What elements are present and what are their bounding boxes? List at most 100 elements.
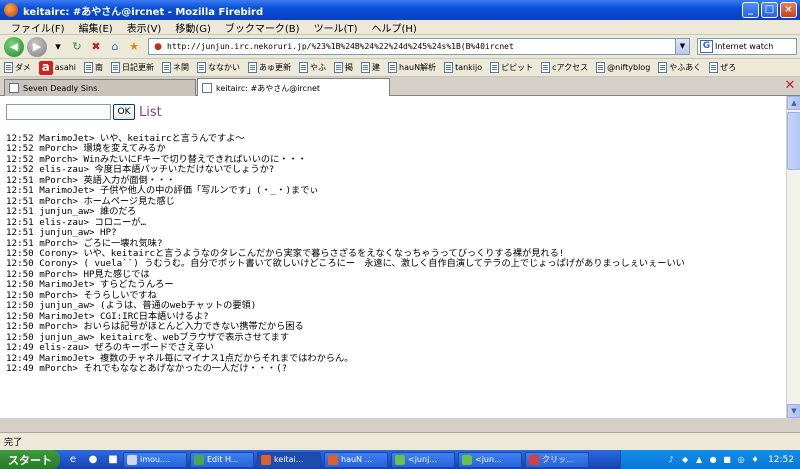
bookmark-icon [658, 62, 668, 73]
taskbar: スタート e ● ■ imou.... Edit H... keitai... … [0, 450, 800, 469]
google-icon[interactable]: G [700, 40, 713, 53]
menu-bookmarks[interactable]: ブックマーク(B) [218, 20, 307, 35]
bookmark-item[interactable]: a asahi [38, 60, 76, 75]
home-icon[interactable]: ⌂ [107, 39, 123, 55]
tab-seven-deadly-sins[interactable]: Seven Deadly Sins. [4, 79, 196, 96]
bookmark-item[interactable]: やふあく [658, 62, 701, 73]
window-icon [127, 454, 137, 465]
tray-icon[interactable]: ♪ [666, 455, 676, 465]
clock: 12:52 [768, 454, 794, 465]
scroll-down-icon[interactable]: ▼ [787, 404, 800, 418]
menu-tools[interactable]: ツール(T) [307, 20, 365, 35]
tray-icon[interactable]: ● [708, 455, 718, 465]
bookmark-icon [709, 62, 719, 73]
bookmarks-toolbar: ダメ a asahi 南 日記更新 ネ関 ななかい あゅ更新 やふ 掲 建 hau… [0, 59, 800, 77]
system-tray: ♪ ◆ ▲ ● ■ ◎ ♦ 12:52 [620, 450, 800, 469]
bookmark-item[interactable]: 掲 [334, 62, 353, 73]
bookmark-item[interactable]: あゅ更新 [248, 62, 291, 73]
scrollbar-thumb[interactable] [787, 112, 800, 170]
bookmark-star-icon[interactable]: ★ [126, 39, 142, 55]
quicklaunch-ie-icon[interactable]: e [66, 453, 80, 467]
site-favicon-icon: ● [154, 41, 162, 52]
url-input[interactable]: http://junjun.irc.nekoruri.jp/%23%1B%24B… [167, 42, 675, 51]
tray-icon[interactable]: ◆ [680, 455, 690, 465]
tab-keitairc[interactable]: keitairc: #あやさん@ircnet [197, 78, 390, 97]
page-icon [9, 83, 19, 93]
back-arrow-icon[interactable]: ◀ [4, 36, 24, 57]
bookmark-icon [4, 62, 13, 73]
bookmark-item[interactable]: tankijo [444, 62, 482, 73]
log-line: 12:51 junjun_aw> HP? [6, 227, 117, 239]
bookmark-item[interactable]: やふ [299, 62, 326, 73]
globe-icon [194, 454, 204, 465]
list-link[interactable]: List [139, 105, 162, 120]
ok-button[interactable]: OK [113, 104, 135, 120]
bookmark-item[interactable]: 建 [361, 62, 380, 73]
clip-icon [529, 454, 539, 465]
menu-view[interactable]: 表示(V) [120, 20, 169, 35]
firebird-icon [4, 3, 18, 17]
menu-file[interactable]: ファイル(F) [4, 20, 72, 35]
bookmark-icon [490, 62, 500, 73]
start-button[interactable]: スタート [0, 450, 60, 469]
dropdown-arrow-icon[interactable]: ▾ [50, 39, 66, 55]
asahi-logo-icon: a [38, 60, 53, 75]
stop-icon[interactable]: ✖ [88, 39, 104, 55]
log-line: 12:49 mPorch> それでもななとあげなかったの一人だけ・・・(? [6, 362, 288, 374]
firebird-icon [328, 454, 338, 465]
firebird-icon [261, 454, 271, 465]
maximize-button[interactable]: □ [761, 2, 778, 18]
menu-help[interactable]: ヘルプ(H) [365, 20, 424, 35]
log-line: 12:51 elis-zau> コロニーが… [6, 216, 146, 228]
tray-icon[interactable]: ♦ [750, 455, 760, 465]
task-button[interactable]: hauN ... [324, 451, 388, 468]
start-label: スタート [8, 453, 52, 467]
message-form: OK List [6, 104, 162, 120]
search-input[interactable]: Internet watch [715, 42, 773, 51]
tray-icon[interactable]: ■ [722, 455, 732, 465]
bookmark-item[interactable]: 日記更新 [111, 62, 154, 73]
bookmark-item[interactable]: ネ関 [162, 62, 189, 73]
tray-icon[interactable]: ◎ [736, 455, 746, 465]
bookmark-item[interactable]: ピピット [490, 62, 533, 73]
close-button[interactable]: × [780, 2, 797, 18]
log-line: 12:49 elis-zau> ぜろのキーボードでさえ辛い [6, 342, 214, 354]
url-dropdown-icon[interactable]: ▼ [675, 39, 689, 54]
bookmark-item[interactable]: ダメ [4, 62, 31, 73]
task-button[interactable]: Edit H... [190, 451, 254, 468]
menu-edit[interactable]: 編集(E) [72, 20, 120, 35]
bookmark-icon [84, 62, 94, 73]
bookmark-item[interactable]: @niftyblog [596, 62, 650, 73]
minimize-button[interactable]: _ [742, 2, 759, 18]
bookmark-item[interactable]: ぜろ [709, 62, 736, 73]
quicklaunch-app-icon[interactable]: ■ [106, 453, 120, 467]
bookmark-item[interactable]: 南 [84, 62, 103, 73]
bookmark-item[interactable]: cアクセス [541, 62, 588, 73]
chat-icon [395, 454, 405, 465]
task-button[interactable]: <junj... [391, 451, 455, 468]
url-bar[interactable]: ● http://junjun.irc.nekoruri.jp/%23%1B%2… [148, 38, 690, 55]
task-button[interactable]: <jun... [458, 451, 522, 468]
bookmark-icon [361, 62, 371, 73]
bookmark-icon [299, 62, 309, 73]
task-button[interactable]: keitai... [257, 451, 321, 468]
bookmark-item[interactable]: ななかい [197, 62, 240, 73]
quicklaunch-firebird-icon[interactable]: ● [86, 453, 100, 467]
chat-icon [462, 454, 472, 465]
navigation-toolbar: ◀ ▶ ▾ ↻ ✖ ⌂ ★ ● http://junjun.irc.nekoru… [0, 35, 800, 59]
reload-icon[interactable]: ↻ [69, 39, 85, 55]
bookmark-item[interactable]: hauN解析 [388, 62, 436, 73]
task-button[interactable]: imou.... [123, 451, 187, 468]
forward-arrow-icon[interactable]: ▶ [27, 36, 47, 57]
tray-icon[interactable]: ▲ [694, 455, 704, 465]
vertical-scrollbar[interactable]: ▲ ▼ [786, 96, 800, 418]
task-button[interactable]: クリッ... [525, 451, 589, 468]
menu-go[interactable]: 移動(G) [168, 20, 218, 35]
scroll-up-icon[interactable]: ▲ [787, 96, 800, 110]
bookmark-icon [197, 62, 207, 73]
message-input[interactable] [6, 104, 111, 120]
tab-bar: Seven Deadly Sins. keitairc: #あやさん@ircne… [0, 77, 800, 97]
search-box[interactable]: G Internet watch [697, 38, 797, 55]
close-tab-icon[interactable]: ✕ [783, 79, 797, 93]
bookmark-icon [596, 62, 606, 73]
